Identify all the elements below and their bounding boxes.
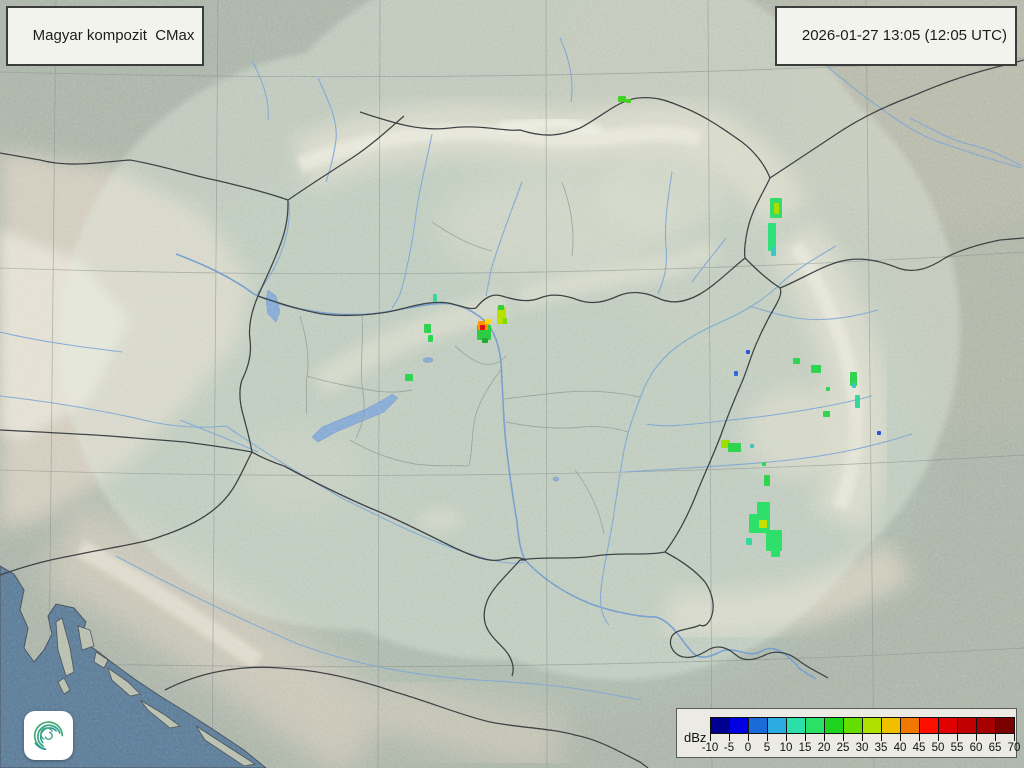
legend-tick-mark	[900, 734, 901, 741]
legend-tick-mark	[805, 734, 806, 741]
legend-tick-label: 55	[951, 742, 964, 754]
legend-tick-mark	[881, 734, 882, 741]
legend-tick-mark	[995, 734, 996, 741]
colorbar-cell	[729, 717, 749, 734]
colorbar-cell	[957, 717, 977, 734]
legend-tick-mark	[938, 734, 939, 741]
legend-tick-label: 65	[989, 742, 1002, 754]
colorbar-cell	[805, 717, 825, 734]
legend-tick-area: -10-50510152025303540455055606570	[710, 734, 1016, 756]
colorbar-cell	[748, 717, 768, 734]
legend-tick-mark	[919, 734, 920, 741]
weather-service-logo	[24, 711, 73, 760]
legend-tick-label: 40	[894, 742, 907, 754]
legend-colorbar	[710, 717, 1014, 734]
legend-tick-label: 10	[780, 742, 793, 754]
colorbar-cell	[919, 717, 939, 734]
legend-tick-mark	[843, 734, 844, 741]
legend-tick-label: -5	[724, 742, 734, 754]
colorbar-cell	[767, 717, 787, 734]
base-map	[0, 0, 1024, 768]
legend-tick-label: 25	[837, 742, 850, 754]
legend-tick-mark	[710, 734, 711, 741]
reflectivity-legend: dBz -10-50510152025303540455055606570	[676, 708, 1017, 758]
legend-tick-mark	[957, 734, 958, 741]
legend-tick-mark	[786, 734, 787, 741]
legend-tick-label: 50	[932, 742, 945, 754]
legend-tick-mark	[1014, 734, 1015, 741]
colorbar-cell	[938, 717, 958, 734]
colorbar-cell	[862, 717, 882, 734]
legend-tick-mark	[976, 734, 977, 741]
colorbar-cell	[710, 717, 730, 734]
radar-composite-view: Magyar kompozit CMax 2026-01-27 13:05 (1…	[0, 0, 1024, 768]
colorbar-cell	[881, 717, 901, 734]
colorbar-cell	[824, 717, 844, 734]
timestamp-box: 2026-01-27 13:05 (12:05 UTC)	[775, 6, 1017, 66]
legend-tick-mark	[862, 734, 863, 741]
legend-tick-mark	[729, 734, 730, 741]
spiral-logo-icon	[24, 711, 73, 760]
timestamp-text: 2026-01-27 13:05 (12:05 UTC)	[802, 27, 1007, 44]
legend-tick-label: 45	[913, 742, 926, 754]
colorbar-cell	[843, 717, 863, 734]
product-label-box: Magyar kompozit CMax	[6, 6, 204, 66]
product-label: Magyar kompozit CMax	[33, 27, 195, 44]
legend-tick-label: 0	[745, 742, 751, 754]
legend-tick-mark	[824, 734, 825, 741]
colorbar-cell	[976, 717, 996, 734]
legend-tick-label: 15	[799, 742, 812, 754]
legend-tick-label: -10	[702, 742, 719, 754]
legend-tick-label: 60	[970, 742, 983, 754]
legend-tick-label: 70	[1008, 742, 1021, 754]
colorbar-cell	[995, 717, 1015, 734]
legend-tick-label: 30	[856, 742, 869, 754]
colorbar-cell	[900, 717, 920, 734]
legend-tick-mark	[767, 734, 768, 741]
legend-tick-label: 5	[764, 742, 770, 754]
legend-tick-label: 35	[875, 742, 888, 754]
colorbar-cell	[786, 717, 806, 734]
legend-tick-label: 20	[818, 742, 831, 754]
legend-tick-mark	[748, 734, 749, 741]
terrain-texture-overlay	[0, 0, 1024, 768]
